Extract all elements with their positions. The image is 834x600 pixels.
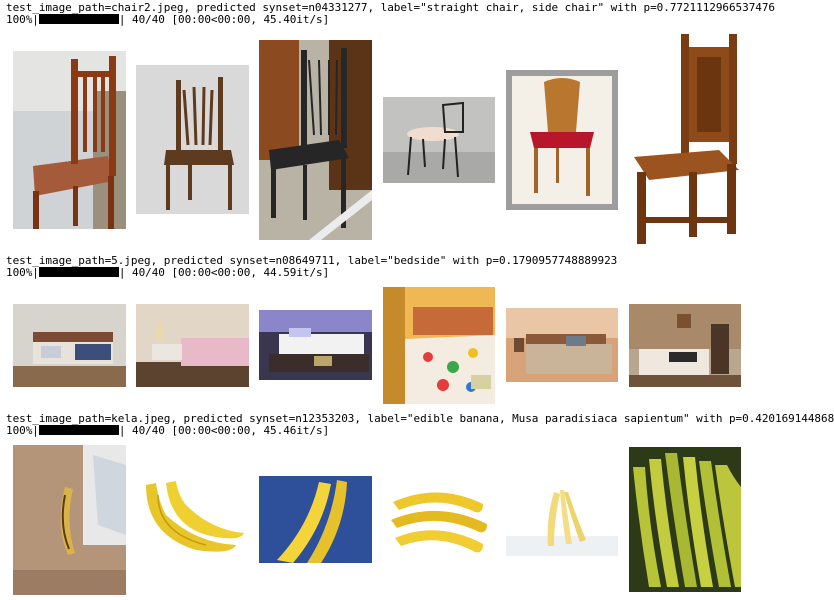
progress-prefix-3: 100%| <box>6 424 39 437</box>
progress-bar-2 <box>38 267 119 277</box>
bedroom-photo-6 <box>629 304 741 387</box>
banana-photo-5 <box>506 484 618 556</box>
chair-photo-1 <box>13 51 126 229</box>
bedroom-photo-3 <box>259 310 372 380</box>
progress-suffix-1: | 40/40 [00:00<00:00, 45.40it/s] <box>118 13 330 26</box>
bedroom-photo-4 <box>383 287 495 404</box>
chair-photo-2 <box>136 65 249 214</box>
bedroom-photo-2 <box>136 304 249 387</box>
chair-photo-6 <box>629 32 741 247</box>
banana-photo-2 <box>136 475 249 558</box>
chair-photo-5 <box>506 70 618 210</box>
progress-line-1: 100%| | 40/40 [00:00<00:00, 45.40it/s] <box>6 14 329 26</box>
progress-line-3: 100%| | 40/40 [00:00<00:00, 45.46it/s] <box>6 425 329 437</box>
progress-bar-3 <box>38 425 119 435</box>
banana-photo-1 <box>13 445 126 595</box>
chair-photo-3 <box>259 40 372 240</box>
progress-prefix-1: 100%| <box>6 13 39 26</box>
progress-prefix-2: 100%| <box>6 266 39 279</box>
banana-photo-6 <box>629 447 741 592</box>
progress-suffix-2: | 40/40 [00:00<00:00, 44.59it/s] <box>118 266 330 279</box>
progress-suffix-3: | 40/40 [00:00<00:00, 45.46it/s] <box>118 424 330 437</box>
progress-line-2: 100%| | 40/40 [00:00<00:00, 44.59it/s] <box>6 267 329 279</box>
progress-bar-1 <box>38 14 119 24</box>
bedroom-photo-1 <box>13 304 126 387</box>
chair-photo-4 <box>383 97 495 183</box>
bedroom-photo-5 <box>506 308 618 382</box>
banana-photo-3 <box>259 476 372 563</box>
banana-photo-4 <box>383 474 495 567</box>
